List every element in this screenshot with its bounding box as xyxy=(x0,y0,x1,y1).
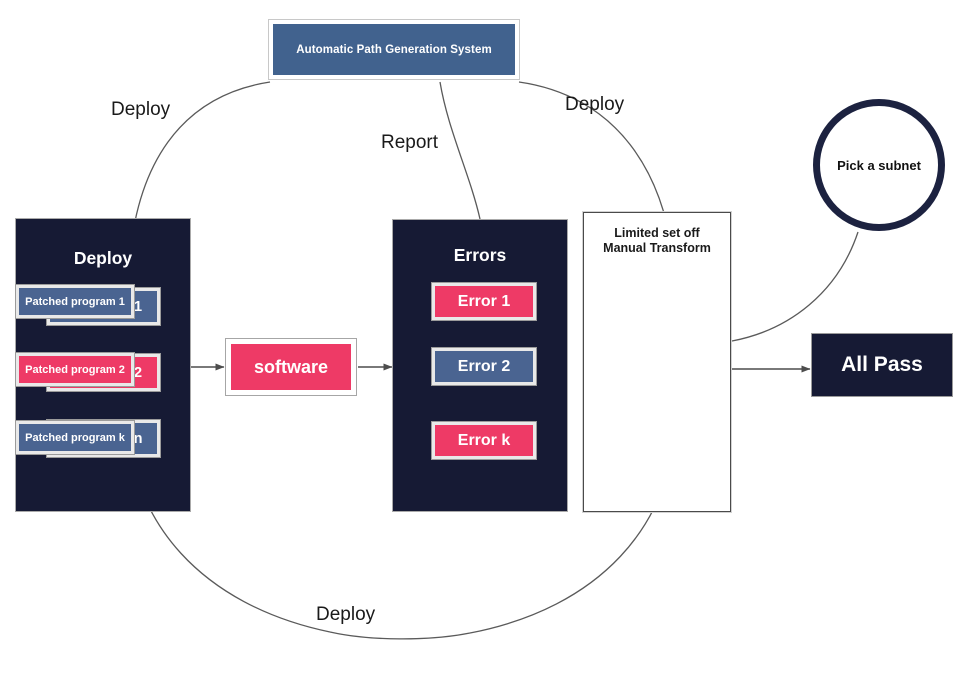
automatic-path-generation-system-box[interactable]: Automatic Path Generation System xyxy=(268,19,520,80)
errors-panel-title: Errors xyxy=(453,245,507,265)
edge-label-deploy-right: Deploy xyxy=(565,94,625,115)
all-pass-box[interactable]: All Pass xyxy=(811,333,953,397)
patched-program-2-chip[interactable]: Patched program 2 xyxy=(15,352,135,387)
manual-panel-title: Limited set off Manual Transform xyxy=(584,226,730,256)
error-2-chip[interactable]: Error 2 xyxy=(431,347,537,386)
edge-label-report: Report xyxy=(381,132,439,153)
pick-a-subnet-circle[interactable]: Pick a subnet xyxy=(813,99,945,231)
manual-panel-title-line2: Manual Transform xyxy=(603,241,711,255)
edge-label-deploy-bottom: Deploy xyxy=(316,604,376,625)
patched-program-1-chip[interactable]: Patched program 1 xyxy=(15,284,135,319)
error-k-chip[interactable]: Error k xyxy=(431,421,537,460)
diagram-canvas: Automatic Path Generation System Deploy … xyxy=(0,0,965,685)
edge-label-deploy-left: Deploy xyxy=(111,99,171,120)
deploy-panel-title: Deploy xyxy=(73,248,133,268)
manual-panel-title-line1: Limited set off xyxy=(614,226,700,240)
error-1-chip[interactable]: Error 1 xyxy=(431,282,537,321)
patched-program-k-chip[interactable]: Patched program k xyxy=(15,420,135,455)
edge-manual-to-subnet xyxy=(731,231,859,342)
limited-set-manual-transform-panel[interactable]: Limited set off Manual Transform xyxy=(582,211,732,513)
edge-report xyxy=(439,81,481,220)
edge-deploy-bottom-arc xyxy=(329,631,471,640)
software-box[interactable]: software xyxy=(225,338,357,396)
